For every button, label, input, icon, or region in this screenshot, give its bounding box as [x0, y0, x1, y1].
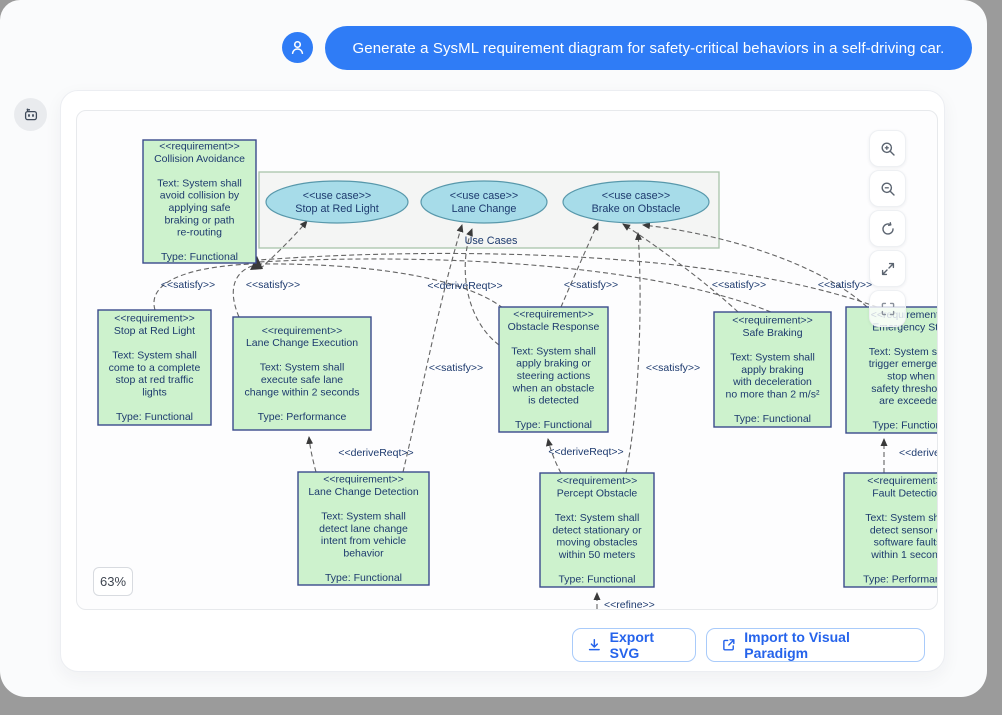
use-case-uc_stop: <<use case>>Stop at Red Light — [266, 181, 408, 223]
edge-label-satisfy: <<satisfy>> — [429, 362, 483, 374]
requirement-node-percept: <<requirement>>Percept Obstacle Text: Sy… — [540, 473, 654, 587]
edge-label-satisfy: <<satisfy>> — [246, 279, 300, 291]
relationship-edge — [154, 264, 251, 310]
import-to-visual-paradigm-button[interactable]: Import to Visual Paradigm — [706, 628, 925, 662]
reset-view-button[interactable] — [869, 210, 906, 247]
edge-label-satisfy: <<satisfy>> — [712, 279, 766, 291]
relationship-edge — [403, 225, 462, 472]
edge-label-refine: <<refine>> — [604, 599, 655, 609]
expand-button[interactable] — [869, 250, 906, 287]
edge-label-derive: <<deriveReqt>> — [548, 446, 623, 458]
relationship-edge — [548, 439, 561, 473]
export-svg-button[interactable]: Export SVG — [572, 628, 696, 662]
sysml-requirement-diagram: Use Cases<<satisfy>><<satisfy>><<deriveR… — [77, 111, 938, 609]
reset-icon — [880, 221, 896, 237]
download-icon — [587, 637, 602, 653]
edge-label-satisfy: <<satisfy>> — [818, 279, 872, 291]
use-case-uc_lane: <<use case>>Lane Change — [421, 181, 547, 223]
user-message-text: Generate a SysML requirement diagram for… — [353, 40, 945, 57]
requirement-node-stop_red: <<requirement>>Stop at Red Light Text: S… — [98, 310, 211, 425]
import-to-visual-paradigm-label: Import to Visual Paradigm — [744, 629, 910, 661]
zoom-level-text: 63% — [100, 574, 126, 589]
edge-label-satisfy: <<satisfy>> — [646, 362, 700, 374]
use-case-uc_brake: <<use case>>Brake on Obstacle — [563, 181, 709, 223]
requirement-node-safe: <<requirement>>Safe Braking Text: System… — [714, 312, 831, 427]
requirement-node-collision: <<requirement>>Collision Avoidance Text:… — [143, 140, 256, 263]
zoom-out-icon — [880, 181, 896, 197]
diagram-canvas[interactable]: Use Cases<<satisfy>><<satisfy>><<deriveR… — [76, 110, 938, 610]
relationship-edge — [259, 253, 877, 307]
requirement-node-lcd: <<requirement>>Lane Change Detection Tex… — [298, 472, 429, 585]
edge-label-derive: <<deriveReqt>> — [427, 280, 502, 292]
relationship-edge — [309, 437, 316, 472]
user-avatar — [282, 32, 313, 63]
assistant-avatar — [14, 98, 47, 131]
edge-label-derive: <<deriveReqt>> — [899, 447, 938, 459]
requirement-node-obstacle: <<requirement>>Obstacle Response Text: S… — [499, 307, 608, 432]
app-window: Generate a SysML requirement diagram for… — [0, 0, 987, 697]
requirement-node-lce: <<requirement>>Lane Change Execution Tex… — [233, 317, 371, 430]
zoom-in-button[interactable] — [869, 130, 906, 167]
fullscreen-button[interactable] — [869, 290, 906, 327]
user-message-bubble: Generate a SysML requirement diagram for… — [325, 26, 972, 70]
fullscreen-icon — [880, 301, 896, 317]
person-icon — [289, 39, 306, 56]
zoom-in-icon — [880, 141, 896, 157]
zoom-level-badge: 63% — [93, 567, 133, 596]
expand-icon — [880, 261, 896, 277]
edge-label-derive: <<deriveReqt>> — [338, 447, 413, 459]
external-link-icon — [721, 637, 736, 653]
canvas-controls — [869, 130, 906, 330]
requirement-node-fault: <<requirement>>Fault Detection Text: Sys… — [844, 473, 938, 587]
export-svg-label: Export SVG — [610, 629, 681, 661]
relationship-edge — [626, 233, 640, 473]
zoom-out-button[interactable] — [869, 170, 906, 207]
relationship-edge — [233, 266, 252, 317]
robot-icon — [22, 106, 40, 124]
